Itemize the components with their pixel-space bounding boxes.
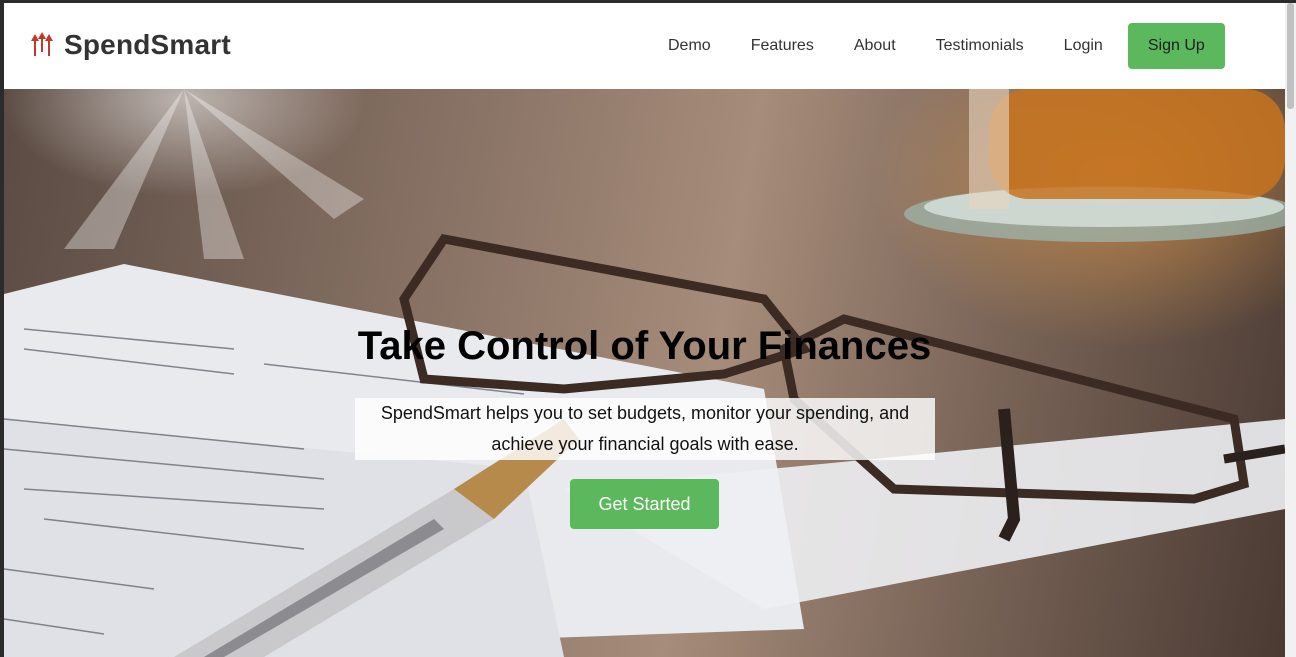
nav-link-demo[interactable]: Demo bbox=[668, 23, 711, 69]
hero-subtitle: SpendSmart helps you to set budgets, mon… bbox=[355, 398, 935, 460]
navbar: SpendSmart Demo Features About Testimoni… bbox=[4, 3, 1285, 89]
page-scrollbar[interactable] bbox=[1285, 3, 1296, 657]
brand-name: SpendSmart bbox=[64, 29, 231, 60]
nav-link-features[interactable]: Features bbox=[751, 23, 814, 69]
nav-link-testimonials[interactable]: Testimonials bbox=[936, 23, 1024, 69]
brand[interactable]: SpendSmart bbox=[30, 29, 231, 61]
main-nav: Demo Features About Testimonials Login S… bbox=[668, 23, 1225, 69]
nav-link-about[interactable]: About bbox=[854, 23, 896, 69]
hero-title: Take Control of Your Finances bbox=[357, 324, 932, 368]
finance-desk-photo bbox=[4, 89, 1285, 657]
nav-link-login[interactable]: Login bbox=[1064, 23, 1103, 69]
signup-button[interactable]: Sign Up bbox=[1127, 23, 1225, 69]
triple-arrow-logo-icon bbox=[31, 32, 53, 56]
hero-section: Take Control of Your Finances SpendSmart… bbox=[4, 89, 1285, 657]
scrollbar-thumb[interactable] bbox=[1287, 3, 1294, 109]
page-viewport: SpendSmart Demo Features About Testimoni… bbox=[4, 3, 1285, 657]
get-started-button[interactable]: Get Started bbox=[570, 479, 719, 529]
